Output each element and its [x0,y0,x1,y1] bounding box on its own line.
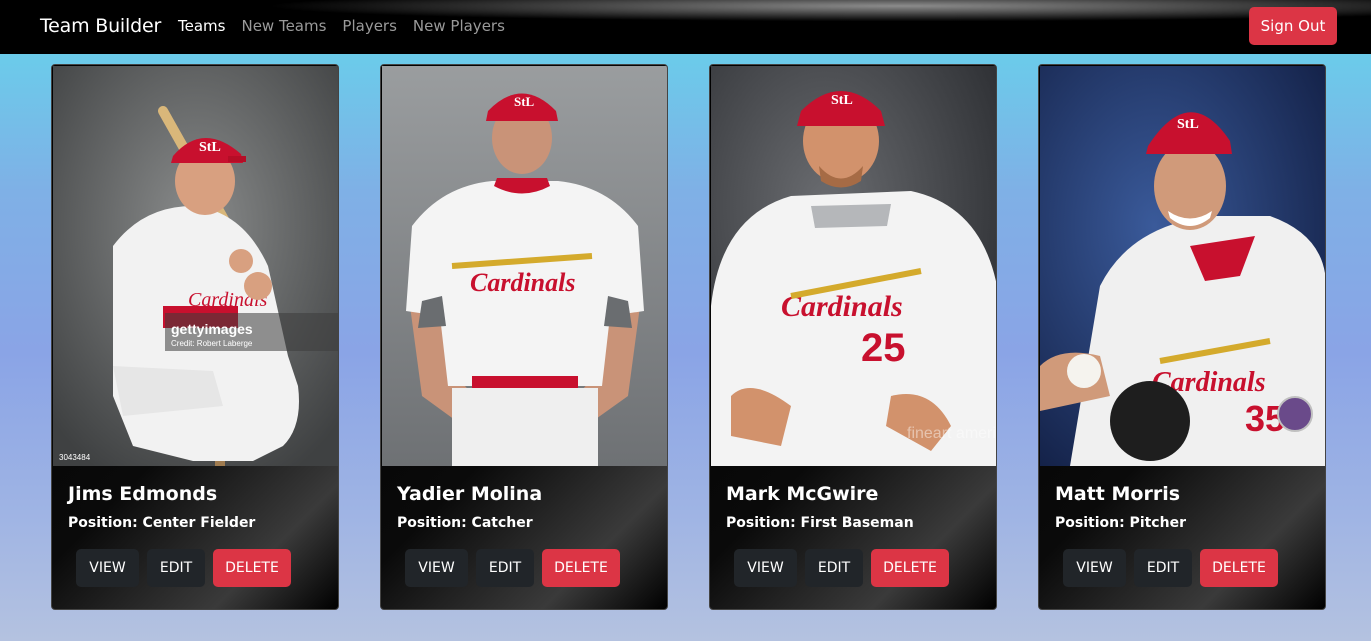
photo-watermark: gettyimages [171,321,253,337]
photo-credit: Credit: Robert Laberge [171,339,253,348]
player-position: Position: First Baseman [726,515,914,531]
player-photo: Cardinals StL [382,66,667,466]
edit-button[interactable]: EDIT [805,549,863,587]
card-body: Jims Edmonds Position: Center Fielder VI… [52,466,338,609]
jersey-number: 25 [861,326,906,370]
player-position: Position: Pitcher [1055,515,1186,531]
player-position: Position: Center Fielder [68,515,256,531]
svg-text:StL: StL [199,140,221,155]
sign-out-button[interactable]: Sign Out [1249,7,1337,45]
brand-title[interactable]: Team Builder [40,15,161,37]
player-name: Yadier Molina [397,483,543,505]
edit-button[interactable]: EDIT [476,549,534,587]
photo-watermark: fineart america [907,425,997,442]
svg-text:StL: StL [514,94,535,109]
player-photo: Cardinals 35 StL [1040,66,1325,466]
player-photo: Cardinals StL gettyimages Credit: Robert… [53,66,338,466]
player-name: Jims Edmonds [68,483,218,505]
view-button[interactable]: VIEW [76,549,139,587]
svg-text:StL: StL [831,93,853,108]
player-cards: Cardinals StL gettyimages Credit: Robert… [0,64,1371,611]
view-button[interactable]: VIEW [734,549,797,587]
nav-link-teams[interactable]: Teams [178,17,225,35]
nav-link-new-teams[interactable]: New Teams [241,17,326,35]
card-body: Mark McGwire Position: First Baseman VIE… [710,466,996,609]
player-card: Cardinals StL gettyimages Credit: Robert… [51,64,339,610]
delete-button[interactable]: DELETE [1200,549,1278,587]
nav-link-new-players[interactable]: New Players [413,17,505,35]
svg-text:StL: StL [1177,117,1199,132]
view-button[interactable]: VIEW [405,549,468,587]
player-position: Position: Catcher [397,515,533,531]
edit-button[interactable]: EDIT [147,549,205,587]
nav-link-players[interactable]: Players [342,17,397,35]
player-card: Cardinals StL Yadier Molina Position: Ca… [380,64,668,610]
player-card: Cardinals 25 StL fineart america Mark Mc… [709,64,997,610]
delete-button[interactable]: DELETE [871,549,949,587]
card-body: Matt Morris Position: Pitcher VIEW EDIT … [1039,466,1325,609]
edit-button[interactable]: EDIT [1134,549,1192,587]
delete-button[interactable]: DELETE [542,549,620,587]
player-name: Mark McGwire [726,483,879,505]
player-photo: Cardinals 25 StL fineart america [711,66,997,466]
delete-button[interactable]: DELETE [213,549,291,587]
card-body: Yadier Molina Position: Catcher VIEW EDI… [381,466,667,609]
top-navbar: Team Builder Teams New Teams Players New… [0,0,1371,54]
photo-id: 3043484 [59,453,91,462]
svg-text:Cardinals: Cardinals [470,268,576,297]
player-name: Matt Morris [1055,483,1181,505]
view-button[interactable]: VIEW [1063,549,1126,587]
nav-links: Teams New Teams Players New Players [178,17,521,35]
player-card: Cardinals 35 StL Matt Morris Position: P… [1038,64,1326,610]
